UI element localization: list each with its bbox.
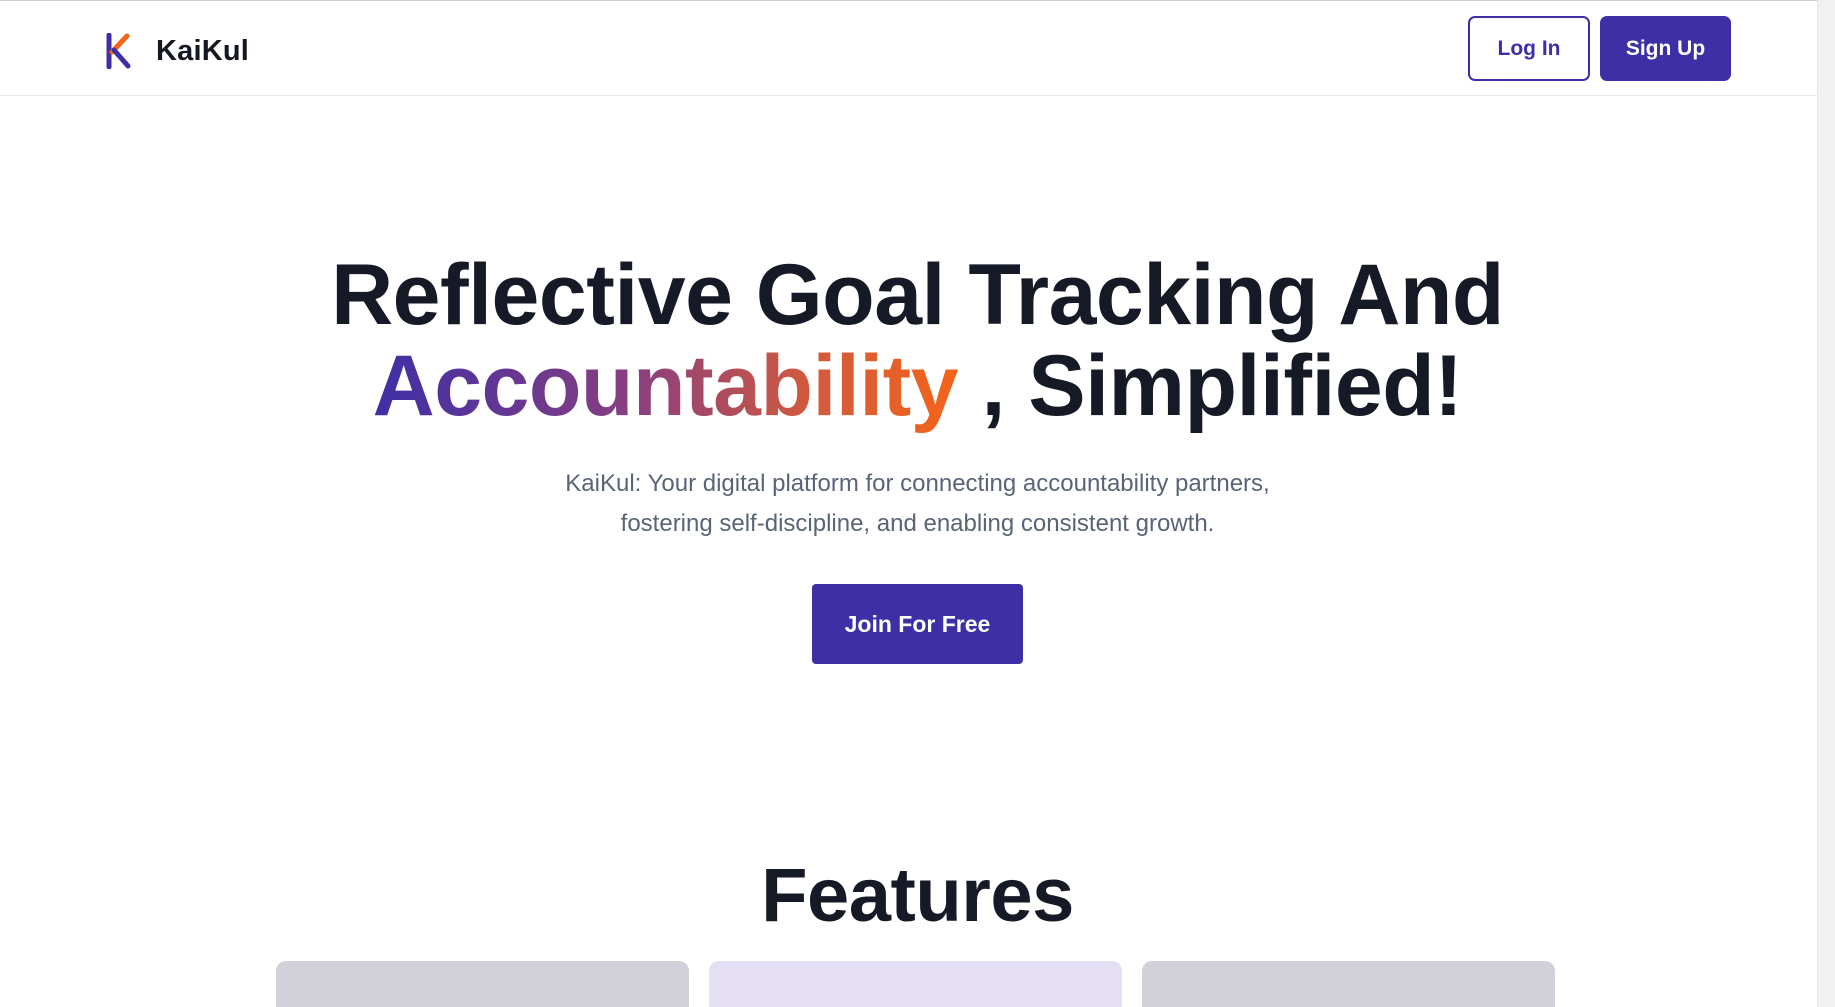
- brand[interactable]: KaiKul: [106, 31, 249, 71]
- features-heading: Features: [761, 853, 1074, 938]
- hero-title-rest: , Simplified!: [958, 338, 1463, 434]
- feature-card-2[interactable]: [709, 961, 1122, 1007]
- feature-icon: [759, 997, 799, 1007]
- landing-page: KaiKul Log In Sign Up Reflective Goal Tr…: [0, 0, 1835, 1007]
- feature-card-1[interactable]: [276, 961, 689, 1007]
- hero-subtitle: KaiKul: Your digital platform for connec…: [538, 464, 1298, 544]
- kaikul-logo-icon: [106, 33, 131, 69]
- hero-section: Reflective Goal Tracking And Accountabil…: [0, 250, 1835, 664]
- hero-title-line-2: Accountability , Simplified!: [0, 341, 1835, 432]
- signup-button[interactable]: Sign Up: [1600, 16, 1731, 81]
- hero-subtitle-line-1: KaiKul: Your digital platform for connec…: [565, 470, 1270, 497]
- login-button[interactable]: Log In: [1468, 16, 1590, 81]
- nav-actions: Log In Sign Up: [1468, 16, 1731, 81]
- hero-subtitle-line-2: fostering self-discipline, and enabling …: [620, 510, 1215, 537]
- feature-cards: [276, 961, 1555, 1007]
- page-scrollbar[interactable]: [1817, 0, 1835, 1007]
- brand-name: KaiKul: [156, 34, 250, 67]
- hero-title: Reflective Goal Tracking And Accountabil…: [0, 250, 1835, 432]
- top-navbar: KaiKul Log In Sign Up: [0, 0, 1835, 96]
- hero-title-line-1: Reflective Goal Tracking And: [331, 247, 1504, 343]
- hero-title-highlight: Accountability: [372, 338, 959, 434]
- feature-icon: [326, 997, 366, 1007]
- join-for-free-button[interactable]: Join For Free: [812, 584, 1023, 664]
- feature-card-3[interactable]: [1142, 961, 1555, 1007]
